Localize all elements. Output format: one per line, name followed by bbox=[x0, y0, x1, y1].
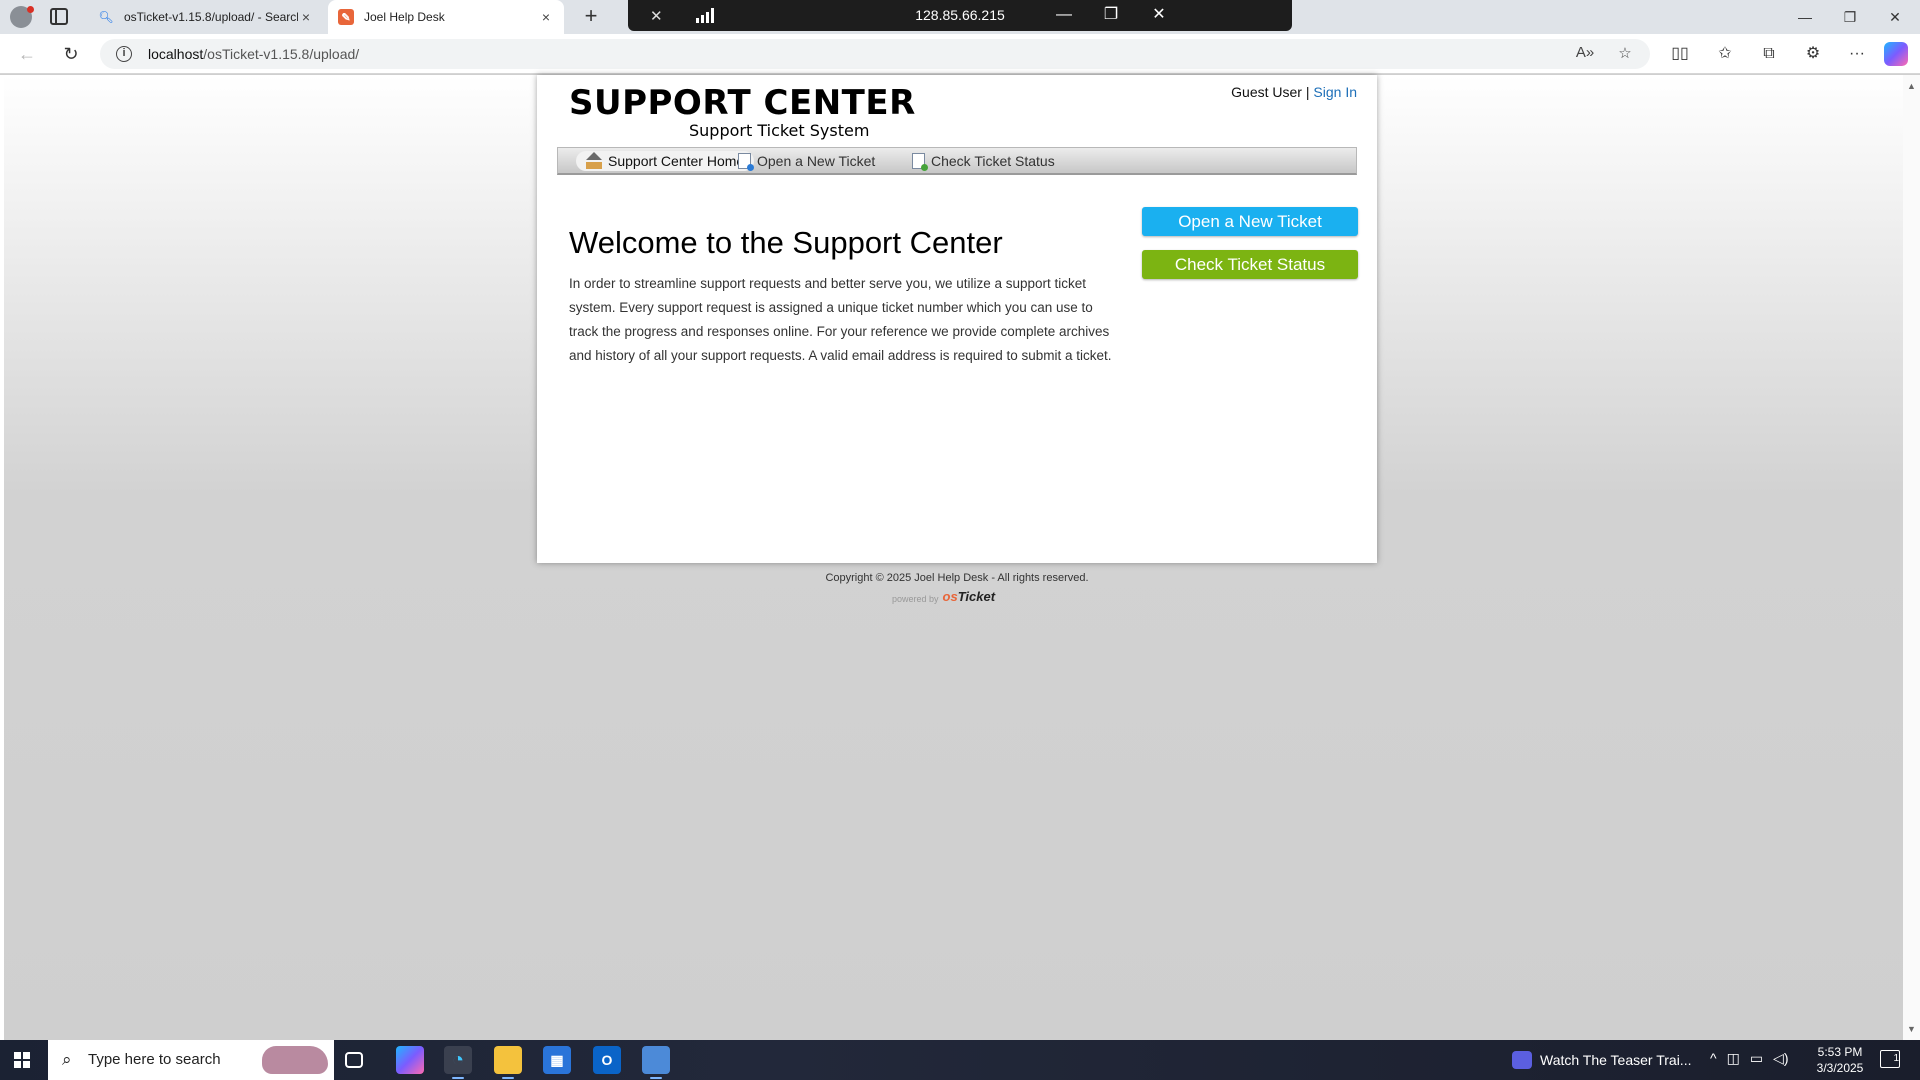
osticket-favicon-icon: ✎ bbox=[338, 9, 354, 25]
search-highlight-image bbox=[262, 1046, 328, 1074]
close-tab-icon[interactable]: × bbox=[298, 9, 314, 25]
news-text: Watch The Teaser Trai... bbox=[1540, 1052, 1692, 1068]
site-info-icon[interactable]: i bbox=[116, 46, 132, 62]
file-explorer-icon[interactable] bbox=[494, 1046, 522, 1079]
edge-browser-icon[interactable]: ◔ bbox=[444, 1046, 472, 1079]
split-screen-icon[interactable]: ▯▯ bbox=[1667, 42, 1693, 66]
user-info: Guest User | Sign In bbox=[1231, 84, 1357, 100]
page-viewport: SUPPORT CENTER Support Ticket System Gue… bbox=[0, 75, 1920, 1040]
page-scrollbar[interactable]: ▲ ▼ bbox=[1903, 75, 1920, 1040]
new-ticket-icon bbox=[738, 153, 754, 171]
scroll-up-icon[interactable]: ▲ bbox=[1907, 81, 1916, 91]
system-tray: ^ ◫ ▭ ◁) bbox=[1710, 1050, 1788, 1067]
rd-close-icon[interactable]: ✕ bbox=[1146, 3, 1172, 27]
site-logo[interactable]: SUPPORT CENTER Support Ticket System bbox=[569, 83, 916, 140]
read-aloud-icon[interactable]: A» bbox=[1574, 44, 1596, 64]
taskbar-search[interactable]: ⌕ Type here to search bbox=[48, 1040, 334, 1080]
osticket-logo: osTicket bbox=[942, 589, 996, 604]
extensions-icon[interactable]: ⚙ bbox=[1800, 42, 1826, 66]
tab-search[interactable]: 🔍︎ osTicket-v1.15.8/upload/ - Search × bbox=[88, 0, 324, 34]
search-placeholder: Type here to search bbox=[88, 1051, 221, 1068]
rd-restore-icon[interactable]: ❐ bbox=[1098, 3, 1124, 27]
copyright-text: Copyright © 2025 Joel Help Desk - All ri… bbox=[825, 572, 1089, 584]
restore-icon[interactable]: ❐ bbox=[1830, 4, 1870, 30]
new-tab-button[interactable]: + bbox=[578, 4, 604, 30]
open-new-ticket-button[interactable]: Open a New Ticket bbox=[1142, 207, 1358, 236]
copilot-icon[interactable] bbox=[1884, 42, 1908, 66]
minimize-icon[interactable]: — bbox=[1785, 4, 1825, 30]
nav-label: Open a New Ticket bbox=[757, 153, 876, 169]
volume-icon[interactable]: ◁) bbox=[1773, 1050, 1788, 1067]
nav-label: Check Ticket Status bbox=[931, 153, 1055, 169]
guest-user-label: Guest User bbox=[1231, 84, 1302, 100]
logo-title: SUPPORT CENTER bbox=[569, 83, 916, 123]
scroll-down-icon[interactable]: ▼ bbox=[1907, 1024, 1916, 1034]
collections-icon[interactable]: ⧉ bbox=[1756, 42, 1782, 66]
sign-in-link[interactable]: Sign In bbox=[1313, 84, 1357, 100]
outlook-icon[interactable]: O bbox=[593, 1046, 621, 1074]
refresh-icon[interactable]: ↻ bbox=[58, 43, 84, 65]
clock-time: 5:53 PM bbox=[1817, 1045, 1863, 1059]
rd-minimize-icon[interactable]: — bbox=[1051, 3, 1077, 27]
check-ticket-status-button[interactable]: Check Ticket Status bbox=[1142, 250, 1358, 279]
copilot-taskbar-icon[interactable] bbox=[396, 1046, 424, 1074]
separator: | bbox=[1305, 84, 1310, 100]
remote-ip: 128.85.66.215 bbox=[915, 7, 1005, 23]
windows-taskbar: ⌕ Type here to search ◔ ▦ O Watch The Te… bbox=[0, 1040, 1920, 1080]
meet-icon[interactable]: ◫ bbox=[1727, 1050, 1740, 1067]
nav-open-new-ticket[interactable]: Open a New Ticket bbox=[728, 151, 885, 171]
tab-actions-icon[interactable] bbox=[50, 8, 68, 25]
remote-desktop-icon[interactable] bbox=[642, 1046, 670, 1079]
close-tab-icon[interactable]: × bbox=[538, 9, 554, 25]
page-container: SUPPORT CENTER Support Ticket System Gue… bbox=[537, 75, 1377, 563]
browser-tab-bar: 🔍︎ osTicket-v1.15.8/upload/ - Search × ✎… bbox=[0, 0, 1920, 34]
more-options-icon[interactable]: ··· bbox=[1844, 42, 1870, 66]
favorite-star-icon[interactable]: ☆ bbox=[1614, 44, 1636, 64]
url-field[interactable]: i localhost/osTicket-v1.15.8/upload/ A» … bbox=[100, 39, 1650, 69]
windows-start-icon[interactable] bbox=[14, 1052, 30, 1068]
clock[interactable]: 5:53 PM 3/3/2025 bbox=[1805, 1044, 1875, 1076]
powered-by-osticket[interactable]: powered by osTicket bbox=[892, 589, 995, 604]
play-icon bbox=[1512, 1051, 1532, 1069]
favorites-icon[interactable]: ✩ bbox=[1712, 42, 1738, 66]
clock-date: 3/3/2025 bbox=[1816, 1061, 1864, 1075]
address-bar-row: ← ↻ i localhost/osTicket-v1.15.8/upload/… bbox=[0, 34, 1920, 74]
chevron-up-icon[interactable]: ^ bbox=[1710, 1050, 1717, 1067]
url-text[interactable]: localhost/osTicket-v1.15.8/upload/ bbox=[148, 46, 359, 62]
search-icon: ⌕ bbox=[62, 1050, 72, 1069]
powered-by-label: powered by bbox=[892, 594, 939, 604]
microsoft-store-icon[interactable]: ▦ bbox=[543, 1046, 571, 1074]
main-nav: Support Center Home Open a New Ticket Ch… bbox=[557, 147, 1357, 175]
task-view-icon[interactable] bbox=[345, 1052, 363, 1068]
nav-label: Support Center Home bbox=[608, 153, 745, 169]
logo-subtitle: Support Ticket System bbox=[689, 121, 870, 140]
nav-check-ticket-status[interactable]: Check Ticket Status bbox=[902, 151, 1065, 171]
ticket-status-icon bbox=[912, 153, 928, 171]
tab-title: osTicket-v1.15.8/upload/ - Search bbox=[124, 10, 298, 24]
tab-title: Joel Help Desk bbox=[364, 10, 445, 24]
network-icon[interactable]: ▭ bbox=[1750, 1050, 1763, 1067]
intro-text: In order to streamline support requests … bbox=[569, 276, 1112, 363]
page-title: Welcome to the Support Center bbox=[569, 225, 1003, 260]
profile-avatar[interactable] bbox=[10, 6, 34, 28]
back-icon[interactable]: ← bbox=[14, 43, 40, 65]
notifications-icon[interactable]: 1 bbox=[1880, 1050, 1900, 1068]
news-widget[interactable]: Watch The Teaser Trai... bbox=[1512, 1051, 1691, 1069]
home-icon bbox=[586, 152, 602, 169]
close-window-icon[interactable]: ✕ bbox=[1875, 4, 1915, 30]
remote-desktop-bar: ✕ 128.85.66.215 — ❐ ✕ bbox=[628, 0, 1292, 31]
search-icon: 🔍︎ bbox=[98, 10, 114, 24]
tab-joel-help-desk[interactable]: ✎ Joel Help Desk × bbox=[328, 0, 564, 34]
